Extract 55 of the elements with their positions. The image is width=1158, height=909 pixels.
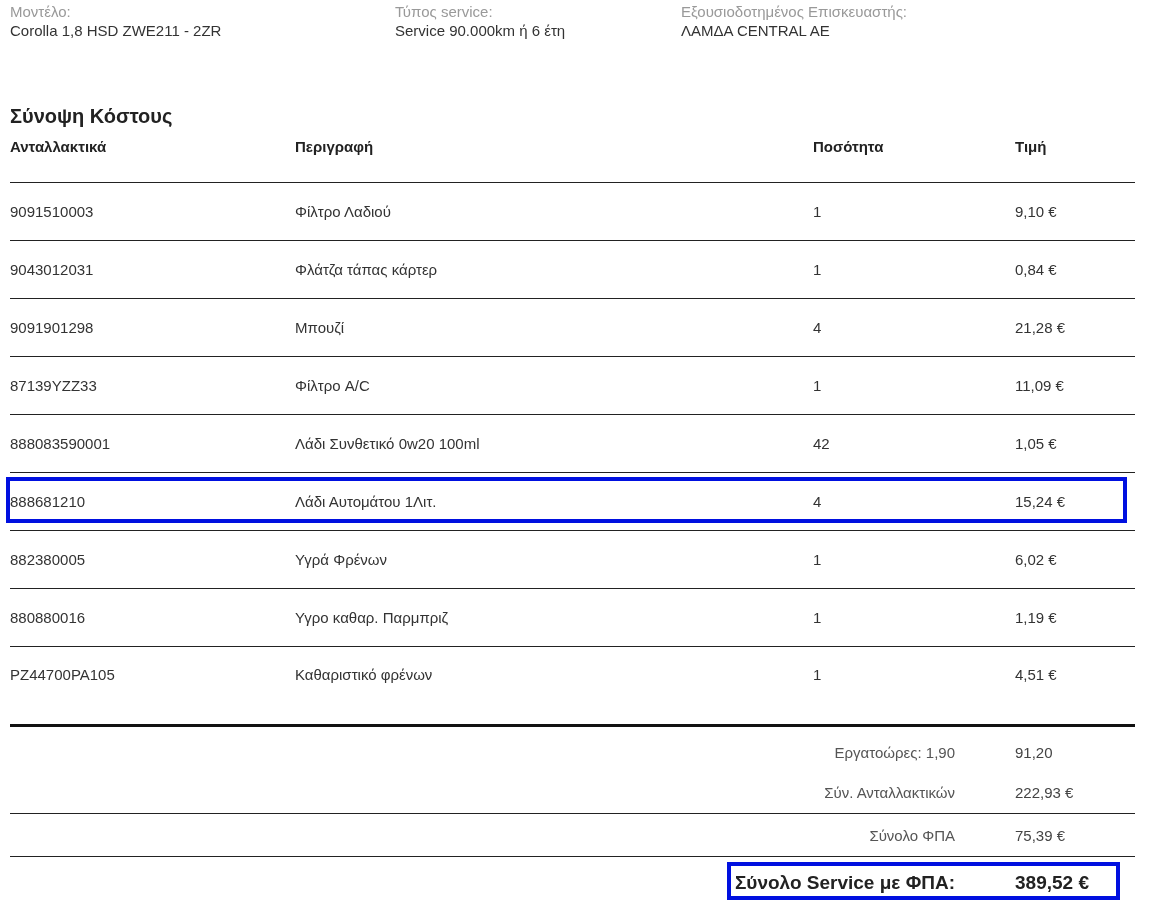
table-cell-text: 4: [813, 493, 823, 510]
column-header: Τιμή: [1015, 137, 1048, 157]
summary-value: 75,39 €: [1014, 826, 1067, 844]
table-cell-text: 9091510003: [10, 203, 95, 220]
field-value: Service 90.000km ή 6 έτη: [395, 21, 567, 41]
table-cell-text: Λάδι Συνθετικό 0w20 100ml: [295, 435, 481, 452]
table-cell-text: 1: [813, 609, 823, 626]
total-label: Σύνολο Service με ΦΠΑ:: [733, 872, 955, 894]
table-cell-text: Φίλτρο A/C: [295, 377, 371, 394]
column-header: Ανταλλακτικά: [10, 137, 108, 157]
table-cell-text: 4: [813, 319, 823, 336]
table-cell-text: 888083590001: [10, 435, 112, 452]
table-cell-text: Φίλτρο Λαδιού: [295, 203, 392, 220]
table-cell-text: Υγρο καθαρ. Παρμπριζ: [295, 609, 450, 626]
table-cell-text: 9091901298: [10, 319, 95, 336]
table-cell-text: 6,02 €: [1015, 551, 1058, 568]
table-cell-text: 9043012031: [10, 261, 95, 278]
field-label: Μοντέλο:: [10, 3, 72, 21]
table-cell-text: 9,10 €: [1015, 203, 1058, 220]
summary-label: Εργατοώρες: 1,90: [833, 744, 955, 761]
column-header: Περιγραφή: [295, 137, 375, 157]
table-cell-text: 1: [813, 666, 823, 683]
table-cell-text: 1: [813, 551, 823, 568]
table-cell-text: 1: [813, 203, 823, 220]
table-cell-text: 0,84 €: [1015, 261, 1058, 278]
field-label: Τύπος service:: [395, 3, 494, 21]
table-cell-text: 4,51 €: [1015, 666, 1058, 683]
column-header: Ποσότητα: [813, 137, 885, 157]
total-value: 389,52 €: [1014, 872, 1090, 894]
field-value: Corolla 1,8 HSD ZWE211 - 2ZR: [10, 21, 223, 41]
table-cell-text: 21,28 €: [1015, 319, 1067, 336]
table-cell-text: 1: [813, 261, 823, 278]
table-cell-text: 882380005: [10, 551, 87, 568]
summary-label: Σύν. Ανταλλακτικών: [823, 783, 955, 801]
section-title: Σύνοψη Κόστους: [10, 104, 174, 128]
table-cell-text: 87139YZZ33: [10, 377, 98, 394]
table-cell-text: Μπουζί: [295, 319, 346, 336]
table-cell-text: PZ44700PA105: [10, 666, 116, 683]
table-cell-text: 1,05 €: [1015, 435, 1058, 452]
table-cell-text: Καθαριστικό φρένων: [295, 666, 434, 683]
table-cell-text: 15,24 €: [1015, 493, 1067, 510]
field-label: Εξουσιοδοτημένος Επισκευαστής:: [681, 3, 909, 21]
field-value: ΛΑΜΔΑ CENTRAL AE: [681, 21, 831, 41]
table-cell-text: 888681210: [10, 493, 87, 510]
summary-value: 222,93 €: [1014, 783, 1075, 801]
table-cell-text: 1,19 €: [1015, 609, 1058, 626]
table-cell-text: Φλάτζα τάπας κάρτερ: [295, 261, 439, 278]
table-cell-text: 880880016: [10, 609, 87, 626]
table-cell-text: Υγρά Φρένων: [295, 551, 389, 568]
summary-label: Σύνολο ΦΠΑ: [868, 826, 955, 844]
table-cell-text: 1: [813, 377, 823, 394]
summary-value: 91,20: [1014, 744, 1054, 761]
table-cell-text: 11,09 €: [1015, 377, 1065, 394]
table-cell-text: Λάδι Αυτομάτου 1Λιτ.: [295, 493, 438, 510]
table-cell-text: 42: [813, 435, 831, 452]
